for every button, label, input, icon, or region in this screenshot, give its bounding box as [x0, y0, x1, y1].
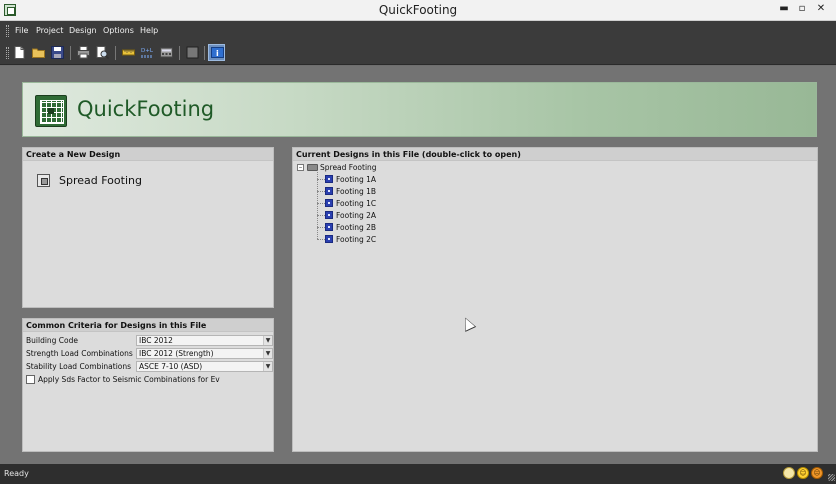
menu-grip [6, 25, 9, 37]
criteria-panel: Common Criteria for Designs in this File… [22, 318, 274, 452]
svg-text:D+L: D+L [141, 48, 154, 54]
stop-button[interactable] [184, 44, 201, 61]
building-code-label: Building Code [26, 336, 79, 345]
collapse-icon[interactable]: – [297, 164, 304, 171]
minimize-button[interactable]: ▬ [777, 2, 791, 16]
chevron-down-icon[interactable]: ▼ [263, 336, 272, 345]
footing-icon [37, 174, 50, 187]
chevron-down-icon[interactable]: ▼ [263, 362, 272, 371]
status-bar: Ready ☺ ☹ [0, 464, 836, 484]
ruler-button[interactable] [120, 44, 137, 61]
new-spread-footing-label: Spread Footing [59, 174, 142, 187]
app-banner: QuickFooting [22, 82, 817, 137]
tree-item-label: Footing 1B [336, 187, 377, 196]
strength-combos-select[interactable]: IBC 2012 (Strength) ▼ [136, 348, 273, 359]
toolbar-grip [6, 47, 9, 59]
tree-item-label: Footing 2A [336, 211, 377, 220]
tree-item-label: Footing 2B [336, 223, 377, 232]
print-icon [77, 46, 90, 59]
new-file-icon [14, 46, 25, 59]
building-code-value: IBC 2012 [139, 336, 173, 345]
chevron-down-icon[interactable]: ▼ [263, 349, 272, 358]
info-icon: i [211, 47, 224, 58]
menu-design[interactable]: Design [66, 24, 100, 37]
criteria-header: Common Criteria for Designs in this File [23, 319, 273, 332]
tree-root-label: Spread Footing [320, 163, 377, 172]
footing-design-icon [325, 199, 333, 207]
svg-text:i: i [216, 49, 219, 58]
footing-design-icon [325, 187, 333, 195]
stability-combos-value: ASCE 7-10 (ASD) [139, 362, 203, 371]
sds-factor-label: Apply Sds Factor to Seismic Combinations… [38, 375, 220, 384]
load-combination-button[interactable]: D+L [139, 44, 156, 61]
window-title: QuickFooting [378, 3, 458, 17]
menu-file[interactable]: File [12, 24, 31, 37]
stop-icon [186, 46, 199, 59]
calculate-button[interactable] [158, 44, 175, 61]
menu-options[interactable]: Options [100, 24, 137, 37]
footing-design-icon [325, 175, 333, 183]
calculator-icon [160, 47, 173, 58]
strength-combos-label: Strength Load Combinations [26, 349, 133, 358]
building-code-select[interactable]: IBC 2012 ▼ [136, 335, 273, 346]
info-button[interactable]: i [208, 44, 225, 61]
menu-bar: File Project Design Options Help [0, 21, 836, 41]
sds-factor-checkbox[interactable] [26, 375, 35, 384]
frown-icon[interactable]: ☹ [811, 467, 823, 479]
quickfooting-logo-icon [35, 95, 67, 127]
stability-combos-select[interactable]: ASCE 7-10 (ASD) ▼ [136, 361, 273, 372]
create-design-panel: Create a New Design Spread Footing [22, 147, 274, 308]
menu-help[interactable]: Help [137, 24, 161, 37]
stability-combos-label: Stability Load Combinations [26, 362, 132, 371]
banner-brand: QuickFooting [77, 97, 215, 121]
current-designs-panel: Current Designs in this File (double-cli… [292, 147, 818, 452]
close-button[interactable]: ✕ [814, 2, 828, 16]
stability-combos-row: Stability Load Combinations ASCE 7-10 (A… [26, 361, 273, 373]
save-button[interactable] [49, 44, 66, 61]
new-button[interactable] [11, 44, 28, 61]
toolbar-separator [204, 46, 205, 60]
tree-connector [317, 172, 318, 239]
tree-item-label: Footing 2C [336, 235, 377, 244]
print-button[interactable] [75, 44, 92, 61]
toolbar-separator [179, 46, 180, 60]
smiley-icon[interactable]: ☺ [797, 467, 809, 479]
building-code-row: Building Code IBC 2012 ▼ [26, 335, 273, 347]
toolbar: D+L i [0, 41, 836, 65]
maximize-button[interactable]: ▫ [795, 2, 809, 16]
d-plus-l-icon: D+L [141, 48, 154, 58]
spread-footing-group-icon [307, 164, 318, 171]
create-design-header: Create a New Design [23, 148, 273, 161]
resize-grip-icon[interactable] [828, 474, 835, 481]
save-icon [51, 46, 64, 59]
ruler-icon [122, 49, 135, 56]
strength-combos-row: Strength Load Combinations IBC 2012 (Str… [26, 348, 273, 360]
print-preview-button[interactable] [94, 44, 111, 61]
lightbulb-icon[interactable] [783, 467, 795, 479]
open-button[interactable] [30, 44, 47, 61]
menu-project[interactable]: Project [33, 24, 66, 37]
toolbar-separator [115, 46, 116, 60]
footing-design-icon [325, 223, 333, 231]
footing-design-icon [325, 235, 333, 243]
strength-combos-value: IBC 2012 (Strength) [139, 349, 214, 358]
status-text: Ready [4, 469, 29, 478]
title-bar: QuickFooting ▬ ▫ ✕ [0, 0, 836, 21]
toolbar-separator [70, 46, 71, 60]
print-preview-icon [96, 46, 109, 59]
current-designs-header: Current Designs in this File (double-cli… [293, 148, 817, 161]
open-folder-icon [32, 48, 45, 58]
footing-design-icon [325, 211, 333, 219]
tree-item-label: Footing 1C [336, 199, 377, 208]
tree-item-label: Footing 1A [336, 175, 377, 184]
